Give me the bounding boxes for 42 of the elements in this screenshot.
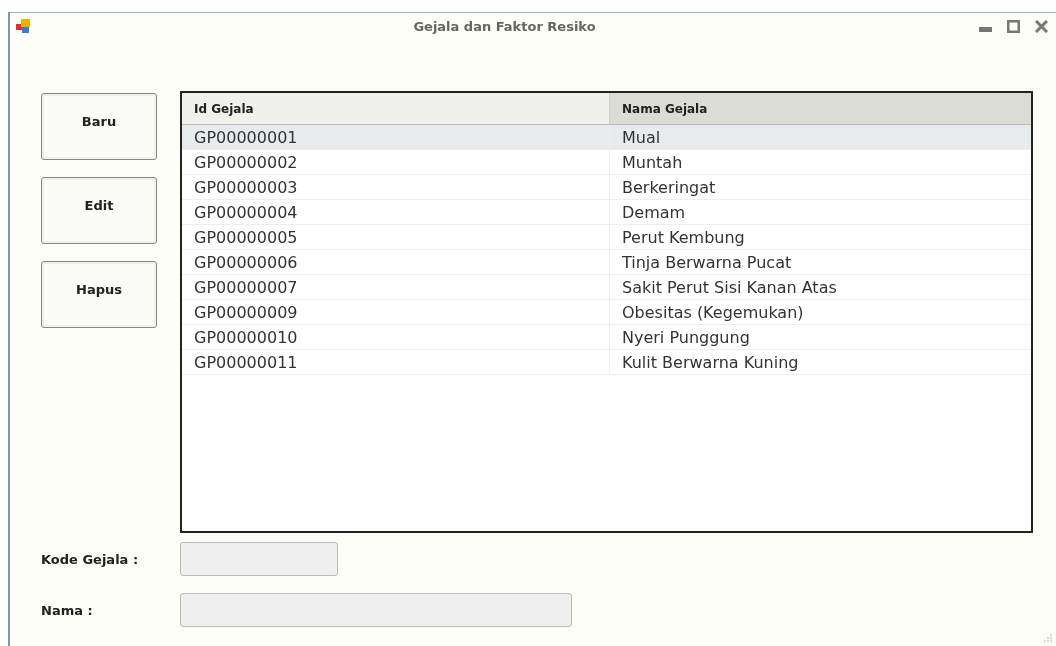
table-cell-text: Mual — [621, 126, 662, 149]
table-row[interactable]: GP00000005 Perut Kembung — [182, 225, 1031, 250]
table-row[interactable]: GP00000004 Demam — [182, 200, 1031, 225]
table-cell-text: Perut Kembung — [621, 226, 746, 249]
table-cell-text: Kulit Berwarna Kuning — [621, 351, 800, 374]
app-icon — [16, 19, 30, 33]
table-cell-text: Muntah — [621, 151, 684, 174]
table-cell: GP00000007 — [182, 275, 610, 299]
window-title: Gejala dan Faktor Resiko — [412, 18, 597, 34]
column-header[interactable]: Nama Gejala — [610, 93, 1031, 124]
action-button[interactable]: Baru — [41, 93, 157, 160]
field-label: Kode Gejala : — [41, 551, 140, 567]
action-button[interactable]: Hapus — [41, 261, 157, 328]
resize-grip-icon[interactable] — [1044, 634, 1052, 642]
table-cell: GP00000001 — [182, 125, 610, 149]
table-cell: GP00000011 — [182, 350, 610, 374]
action-button[interactable]: Edit — [41, 177, 157, 244]
maximize-icon[interactable] — [1007, 19, 1020, 33]
table-cell: GP00000003 — [182, 175, 610, 199]
table-row[interactable]: GP00000010 Nyeri Punggung — [182, 325, 1031, 350]
table-row[interactable]: GP00000003 Berkeringat — [182, 175, 1031, 200]
table-cell-text: Demam — [621, 201, 687, 224]
table-row[interactable]: GP00000007 Sakit Perut Sisi Kanan Atas — [182, 275, 1031, 300]
table-cell-text: Sakit Perut Sisi Kanan Atas — [621, 276, 838, 299]
table-cell: GP00000005 — [182, 225, 610, 249]
table-row[interactable]: GP00000011 Kulit Berwarna Kuning — [182, 350, 1031, 375]
column-header[interactable]: Id Gejala — [182, 93, 610, 124]
table-cell: GP00000009 — [182, 300, 610, 324]
table-row[interactable]: GP00000006 Tinja Berwarna Pucat — [182, 250, 1031, 275]
table-cell: GP00000002 — [182, 150, 610, 174]
table-cell: GP00000006 — [182, 250, 610, 274]
field-label: Nama : — [41, 602, 94, 618]
table-cell-text: Berkeringat — [621, 176, 717, 199]
table-cell-text: Tinja Berwarna Pucat — [621, 251, 793, 274]
table-cell-text: Obesitas (Kegemukan) — [621, 301, 805, 324]
table-cell: GP00000004 — [182, 200, 610, 224]
table-cell-text: Nyeri Punggung — [621, 326, 751, 349]
table-row[interactable]: GP00000002 Muntah — [182, 150, 1031, 175]
table-row[interactable]: GP00000009 Obesitas (Kegemukan) — [182, 300, 1031, 325]
table-cell: GP00000010 — [182, 325, 610, 349]
close-icon[interactable] — [1035, 19, 1048, 33]
table-row[interactable]: GP00000001 Mual — [182, 125, 1031, 150]
